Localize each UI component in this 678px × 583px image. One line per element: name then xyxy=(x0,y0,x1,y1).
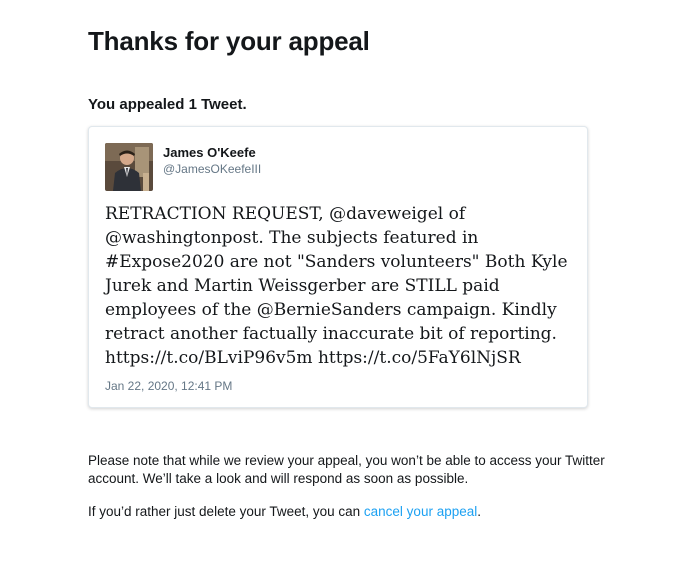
delete-notice-prefix: If you’d rather just delete your Tweet, … xyxy=(88,504,364,519)
appealed-count-text: You appealed 1 Tweet. xyxy=(88,96,247,113)
tweet-text: RETRACTION REQUEST, @daveweigel of @wash… xyxy=(105,204,568,368)
delete-notice-suffix: . xyxy=(477,504,481,519)
page-title: Thanks for your appeal xyxy=(88,26,370,56)
tweet-author-name: James O'Keefe xyxy=(163,145,256,160)
tweet-author-handle: @JamesOKeefeIII xyxy=(163,162,262,176)
author-avatar xyxy=(105,143,153,191)
review-notice: Please note that while we review your ap… xyxy=(88,453,605,486)
cancel-appeal-link[interactable]: cancel your appeal xyxy=(364,504,477,519)
delete-tweet-notice: If you’d rather just delete your Tweet, … xyxy=(88,503,481,521)
tweet-card: James O'Keefe @JamesOKeefeIII RETRACTION… xyxy=(88,126,588,408)
tweet-timestamp: Jan 22, 2020, 12:41 PM xyxy=(105,379,233,393)
